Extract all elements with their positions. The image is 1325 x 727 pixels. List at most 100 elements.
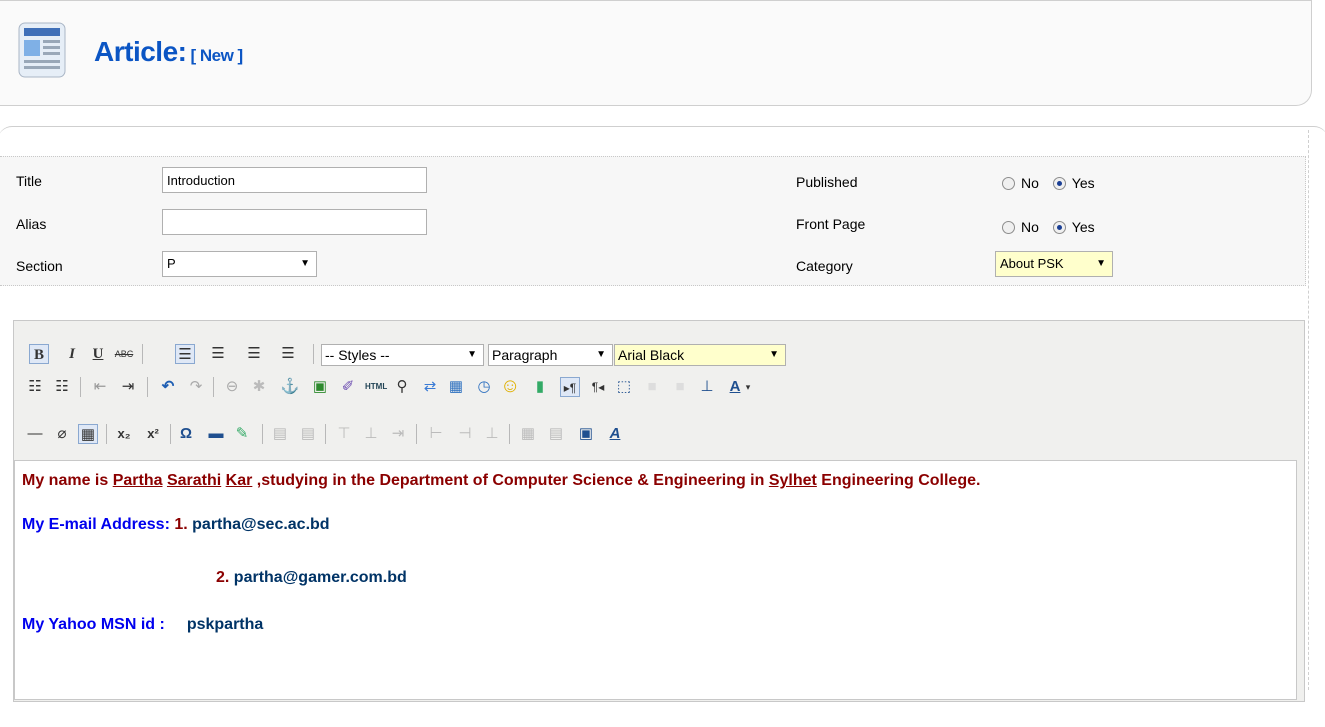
styles-dropdown-value: -- Styles -- [325, 347, 390, 363]
numbered-list-icon[interactable]: ☷ [52, 377, 72, 397]
im-value: pskpartha [186, 616, 264, 633]
toolbar-separator [509, 424, 510, 444]
chevron-down-icon: ▼ [467, 349, 477, 360]
front-page-label: Front Page [796, 216, 866, 232]
font-dropdown-value: Arial Black [618, 347, 685, 363]
absolute-position-icon[interactable]: ⊥ [697, 377, 717, 397]
front-page-yes-label: Yes [1071, 219, 1095, 236]
unlink-icon[interactable]: ✱ [249, 377, 269, 397]
style-props-icon[interactable]: A [605, 424, 625, 444]
intro-place: Sylhet [768, 472, 817, 489]
editor-content[interactable]: My name is Partha Sarathi Kar ,studying … [14, 460, 1297, 700]
font-dropdown[interactable]: Arial Black ▼ [614, 344, 786, 366]
bold-icon[interactable]: B [29, 344, 49, 364]
move-forward-icon[interactable]: ■ [642, 377, 662, 397]
html-icon[interactable]: HTML [365, 377, 387, 397]
table-icon[interactable]: ▤ [270, 424, 290, 444]
insert-time-icon[interactable]: ◷ [474, 377, 494, 397]
outdent-icon[interactable]: ⇤ [90, 377, 110, 397]
format-dropdown[interactable]: Paragraph ▼ [488, 344, 613, 366]
layer-icon[interactable]: ⬚ [614, 377, 634, 397]
replace-icon[interactable]: ⇄ [420, 377, 440, 397]
find-icon[interactable]: ⚲ [392, 377, 412, 397]
merge-cells-icon[interactable]: ▤ [546, 424, 566, 444]
superscript-icon[interactable]: x² [143, 424, 163, 444]
delete-col-icon[interactable]: ⊥ [482, 424, 502, 444]
published-yes-radio[interactable] [1052, 176, 1066, 190]
toolbar-separator [313, 344, 314, 364]
row-before-icon[interactable]: ⊤ [334, 424, 354, 444]
delete-row-icon[interactable]: ⇥ [388, 424, 408, 444]
col-after-icon[interactable]: ⊣ [455, 424, 475, 444]
undo-icon[interactable]: ↶ [158, 377, 178, 397]
published-yes-label: Yes [1071, 175, 1095, 192]
styles-dropdown[interactable]: -- Styles -- ▼ [321, 344, 484, 366]
strikethrough-icon[interactable]: ABC [114, 344, 134, 364]
intro-name-last: Kar [225, 472, 253, 489]
article-icon [16, 20, 68, 80]
horizontal-rule-icon[interactable]: — [25, 424, 45, 444]
edit-icon[interactable]: ✎ [232, 424, 252, 444]
chevron-down-icon: ▼ [300, 258, 310, 269]
intro-name-first: Partha [112, 472, 163, 489]
redo-icon[interactable]: ↷ [186, 377, 206, 397]
panel-divider [1308, 130, 1309, 690]
alias-input[interactable] [162, 209, 427, 235]
align-justify-icon[interactable]: ☰ [278, 344, 298, 364]
subscript-icon[interactable]: x₂ [114, 424, 134, 444]
special-char-icon[interactable]: Ω [176, 424, 196, 444]
link-icon[interactable]: ⊖ [222, 377, 242, 397]
toolbar-separator [325, 424, 326, 444]
rtl-icon[interactable]: ¶◂ [588, 377, 608, 397]
page-title-text: Article: [94, 36, 187, 67]
insert-date-icon[interactable]: ▦ [446, 377, 466, 397]
ltr-icon[interactable]: ▸¶ [560, 377, 580, 397]
font-color-icon[interactable]: A [725, 377, 745, 397]
front-page-yes-radio[interactable] [1052, 220, 1066, 234]
cleanup-icon[interactable]: ✐ [338, 377, 358, 397]
chevron-down-icon[interactable]: ▾ [743, 377, 753, 397]
intro-text: My name is [22, 472, 113, 489]
move-backward-icon[interactable]: ■ [670, 377, 690, 397]
toolbar-separator [106, 424, 107, 444]
italic-icon[interactable]: I [62, 344, 82, 364]
front-page-no-radio[interactable] [1002, 220, 1015, 234]
chevron-down-icon: ▼ [596, 349, 606, 360]
toolbar-separator [142, 344, 143, 364]
category-label: Category [796, 258, 853, 274]
page-title: Article:[ New ] [94, 36, 243, 68]
title-input[interactable] [162, 167, 427, 193]
im-line: My Yahoo MSN id : pskpartha [22, 616, 263, 634]
email-1-number: 1. [174, 516, 188, 533]
intro-text-mid: ,studying in the Department of Computer … [252, 472, 769, 489]
published-no-radio[interactable] [1002, 176, 1015, 190]
indent-icon[interactable]: ⇥ [118, 377, 138, 397]
bullet-list-icon[interactable]: ☷ [25, 377, 45, 397]
split-cells-icon[interactable]: ▦ [518, 424, 538, 444]
insert-hr-icon[interactable]: ▬ [206, 424, 226, 444]
row-after-icon[interactable]: ⊥ [361, 424, 381, 444]
toolbar-separator [170, 424, 171, 444]
remove-format-icon[interactable]: ⌀ [52, 424, 72, 444]
align-left-icon[interactable]: ☰ [175, 344, 195, 364]
category-select[interactable]: About PSK ▼ [995, 251, 1113, 277]
media-icon[interactable]: ▮ [530, 377, 550, 397]
emoticon-icon[interactable]: ☺ [500, 376, 520, 396]
section-select[interactable]: P ▼ [162, 251, 317, 277]
underline-icon[interactable]: U [88, 344, 108, 364]
im-label: My Yahoo MSN id : [22, 616, 165, 633]
page-title-status: [ New ] [190, 46, 243, 65]
anchor-icon[interactable]: ⚓ [280, 377, 300, 397]
published-no-label: No [1021, 175, 1039, 192]
toolbar-separator [147, 377, 148, 397]
align-center-icon[interactable]: ☰ [208, 344, 228, 364]
fullscreen-icon[interactable]: ▣ [576, 424, 596, 444]
col-before-icon[interactable]: ⊢ [426, 424, 446, 444]
alias-label: Alias [16, 216, 47, 232]
table-props-icon[interactable]: ▤ [298, 424, 318, 444]
visual-aid-icon[interactable]: ▦ [78, 424, 98, 444]
chevron-down-icon: ▼ [1096, 258, 1106, 269]
image-icon[interactable]: ▣ [310, 377, 330, 397]
front-page-radio-group: No Yes [1002, 218, 1105, 235]
align-right-icon[interactable]: ☰ [244, 344, 264, 364]
